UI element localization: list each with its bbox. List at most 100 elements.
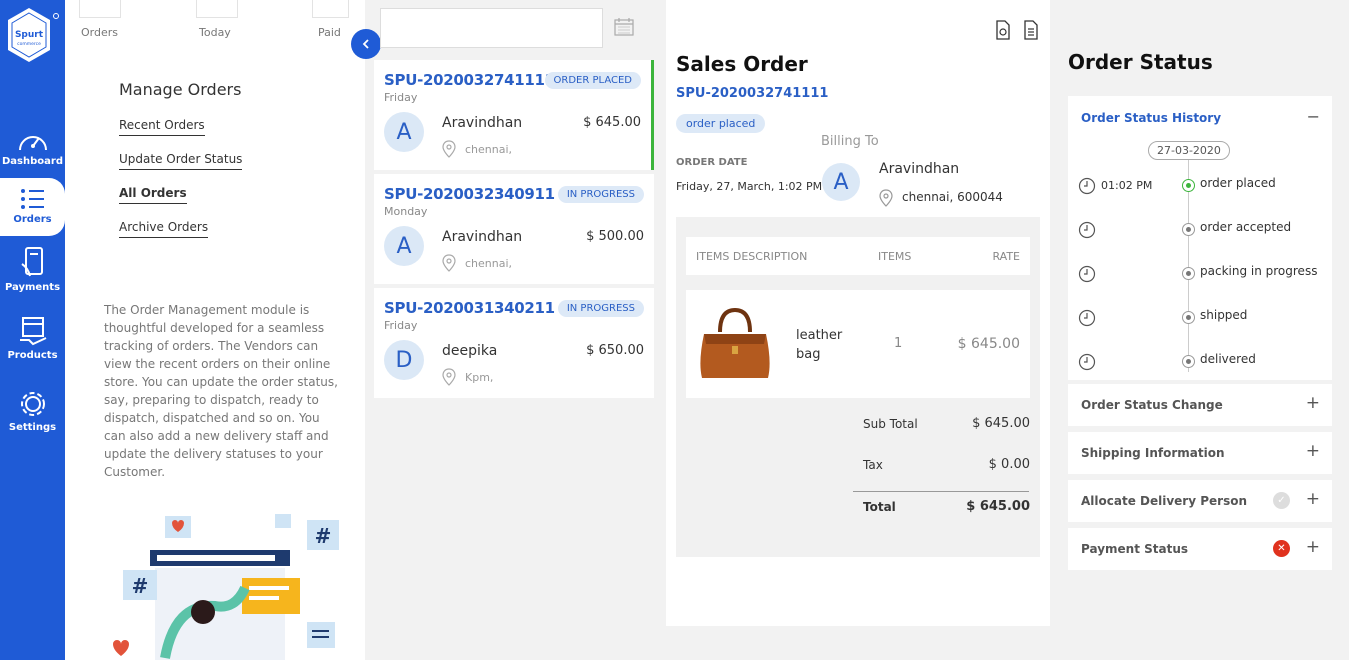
accordion-allocate-delivery-person[interactable]: Allocate Delivery Person ✓ +	[1068, 480, 1332, 522]
order-id: SPU-2020031340211	[384, 299, 555, 317]
location-pin-icon	[442, 140, 456, 158]
nav-label: Dashboard	[2, 156, 63, 167]
order-card-2[interactable]: SPU-2020032340911 Monday IN PROGRESS A A…	[374, 174, 654, 284]
sales-order-title: Sales Order	[676, 52, 808, 76]
customer-name: deepika	[442, 343, 498, 359]
expand-icon[interactable]: +	[1306, 489, 1320, 509]
total-label: Total	[863, 500, 896, 514]
order-day: Friday	[384, 319, 418, 332]
expand-icon[interactable]: +	[1306, 441, 1320, 461]
billing-address: chennai, 600044	[902, 190, 1003, 204]
billing-customer-name: Aravindhan	[879, 161, 960, 177]
check-icon: ✓	[1273, 492, 1290, 509]
order-status-history-panel: Order Status History − 27-03-2020 01:02 …	[1068, 96, 1332, 380]
status-badge: IN PROGRESS	[557, 186, 644, 203]
pdf-icon[interactable]	[994, 20, 1012, 40]
col-rate: RATE	[992, 250, 1020, 263]
order-price: $ 645.00	[583, 115, 641, 130]
link-archive-orders[interactable]: Archive Orders	[119, 220, 209, 238]
items-table-header: ITEMS DESCRIPTION ITEMS RATE	[686, 237, 1030, 275]
customer-name: Aravindhan	[442, 115, 523, 131]
svg-text:#: #	[132, 574, 149, 598]
nav-products[interactable]: Products	[0, 314, 65, 361]
col-items-description: ITEMS DESCRIPTION	[696, 250, 808, 263]
accordion-title: Payment Status	[1081, 542, 1189, 556]
sales-order-id: SPU-2020032741111	[676, 86, 829, 101]
sidebar-nav: Spurt commerce Dashboard Orders Payments	[0, 0, 65, 660]
clock-icon	[1078, 353, 1096, 371]
order-day: Friday	[384, 91, 418, 104]
timeline-dot	[1182, 311, 1195, 324]
manage-orders-panel: Orders Today Paid Manage Orders Recent O…	[65, 0, 365, 660]
link-update-order-status[interactable]: Update Order Status	[119, 152, 243, 170]
tax-value: $ 0.00	[988, 457, 1030, 472]
stat-label-paid: Paid	[318, 26, 341, 39]
nav-settings[interactable]: Settings	[0, 388, 65, 433]
manage-title: Manage Orders	[119, 80, 242, 99]
customer-city: Kpm,	[465, 371, 494, 384]
item-name-line: leather	[796, 328, 843, 343]
history-status: order accepted	[1200, 220, 1292, 234]
invoice-icon[interactable]	[1022, 20, 1040, 40]
manage-description: The Order Management module is thoughtfu…	[104, 303, 338, 479]
clock-icon	[1078, 309, 1096, 327]
svg-text:commerce: commerce	[17, 41, 41, 47]
order-status-title: Order Status	[1068, 50, 1213, 74]
gauge-icon	[18, 136, 47, 151]
order-card-3[interactable]: SPU-2020031340211 Friday IN PROGRESS D d…	[374, 288, 654, 398]
stat-label-today: Today	[199, 26, 231, 39]
location-pin-icon	[879, 189, 893, 207]
clock-icon	[1078, 177, 1096, 195]
history-status: packing in progress	[1200, 264, 1318, 278]
timeline-dot	[1182, 267, 1195, 280]
customer-city: chennai,	[465, 143, 513, 156]
order-id: SPU-2020032340911	[384, 185, 555, 203]
brand-logo[interactable]: Spurt commerce	[6, 6, 52, 64]
timeline-dot	[1182, 355, 1195, 368]
item-name: leather bag	[796, 326, 842, 364]
location-pin-icon	[442, 368, 456, 386]
link-recent-orders[interactable]: Recent Orders	[119, 118, 205, 136]
accordion-shipping-information[interactable]: Shipping Information +	[1068, 432, 1332, 474]
collapse-panel-button[interactable]	[351, 29, 381, 59]
link-all-orders[interactable]: All Orders	[119, 186, 187, 204]
clock-icon	[1078, 221, 1096, 239]
product-image	[700, 307, 770, 378]
stat-label-orders: Orders	[81, 26, 118, 39]
nav-orders[interactable]: Orders	[0, 186, 65, 225]
calendar-icon[interactable]	[613, 16, 635, 38]
table-row: leather bag 1 $ 645.00	[686, 290, 1030, 398]
collapse-history-button[interactable]: −	[1307, 107, 1320, 126]
nav-payments[interactable]: Payments	[0, 246, 65, 293]
accordion-order-status-change[interactable]: Order Status Change +	[1068, 384, 1332, 426]
avatar: A	[822, 163, 860, 201]
sales-order-panel: Sales Order SPU-2020032741111 order plac…	[666, 0, 1050, 626]
order-card-1[interactable]: SPU-2020032741111 Friday ORDER PLACED A …	[374, 60, 654, 170]
stat-box-orders	[79, 0, 121, 18]
order-price: $ 500.00	[586, 229, 644, 244]
avatar: A	[384, 112, 424, 152]
history-title[interactable]: Order Status History	[1081, 111, 1221, 125]
accordion-payment-status[interactable]: Payment Status ✕ +	[1068, 528, 1332, 570]
customer-city: chennai,	[465, 257, 513, 270]
accordion-title: Shipping Information	[1081, 446, 1225, 460]
billing-to-label: Billing To	[821, 134, 879, 149]
nav-label: Orders	[13, 214, 52, 225]
history-time: 01:02 PM	[1101, 179, 1153, 192]
box-icon	[19, 317, 46, 346]
avatar: A	[384, 226, 424, 266]
total-value: $ 645.00	[966, 499, 1030, 514]
expand-icon[interactable]: +	[1306, 537, 1320, 557]
list-icon	[20, 189, 44, 209]
order-id: SPU-2020032741111	[384, 71, 555, 89]
nav-label: Payments	[4, 282, 61, 293]
history-status: order placed	[1200, 176, 1276, 190]
expand-icon[interactable]: +	[1306, 393, 1320, 413]
order-date: Friday, 27, March, 1:02 PM	[676, 180, 823, 193]
nav-dashboard[interactable]: Dashboard	[0, 126, 65, 167]
item-name-line: bag	[796, 347, 821, 362]
accordion-title: Allocate Delivery Person	[1081, 494, 1248, 508]
svg-text:#: #	[315, 524, 332, 548]
clock-icon	[1078, 265, 1096, 283]
order-search-input[interactable]	[380, 8, 603, 48]
